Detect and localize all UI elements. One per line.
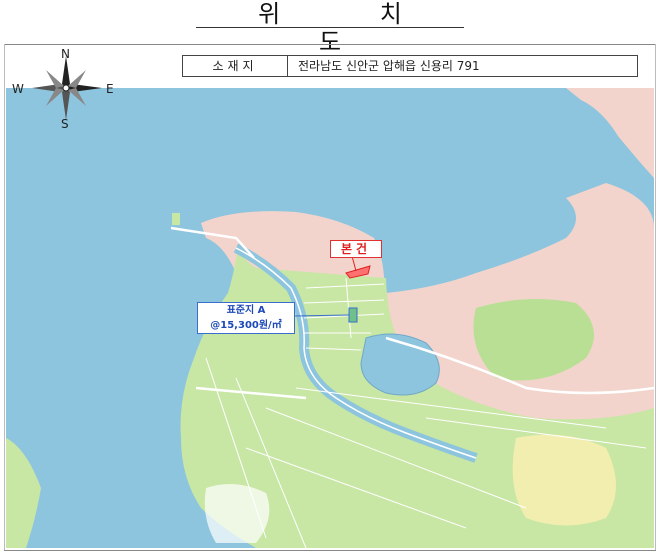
location-label: 소재지 bbox=[183, 56, 288, 76]
standard-price: @15,300원/㎡ bbox=[210, 320, 282, 331]
frame-border bbox=[4, 44, 656, 45]
location-table: 소재지 전라남도 신안군 압해읍 신용리 791 bbox=[182, 55, 638, 77]
standard-parcel bbox=[348, 307, 358, 323]
compass-center bbox=[62, 84, 70, 92]
village-area bbox=[512, 434, 616, 526]
map-canvas[interactable] bbox=[6, 88, 654, 548]
frame-border bbox=[4, 550, 656, 551]
islet bbox=[172, 213, 180, 225]
compass-south-arrow bbox=[62, 88, 70, 120]
compass-diagonal bbox=[68, 88, 86, 106]
compass-rose: N S E W bbox=[12, 48, 114, 128]
compass-diagonal bbox=[68, 70, 86, 88]
compass-diagonal bbox=[46, 88, 64, 106]
standard-name: 표준지 A bbox=[226, 305, 266, 316]
compass-s-label: S bbox=[61, 117, 69, 128]
frame-border bbox=[4, 44, 5, 550]
frame-border bbox=[655, 44, 656, 550]
compass-n-label: N bbox=[61, 48, 70, 61]
built-area bbox=[204, 484, 270, 543]
standard-label: 표준지 A @15,300원/㎡ bbox=[197, 302, 295, 334]
compass-diagonal bbox=[46, 70, 64, 88]
compass-w-label: W bbox=[12, 82, 24, 96]
subject-label: 본건 bbox=[330, 240, 382, 258]
location-address: 전라남도 신안군 압해읍 신용리 791 bbox=[298, 59, 480, 73]
compass-e-label: E bbox=[106, 82, 114, 96]
page-title: 위 치 도 bbox=[196, 0, 464, 56]
